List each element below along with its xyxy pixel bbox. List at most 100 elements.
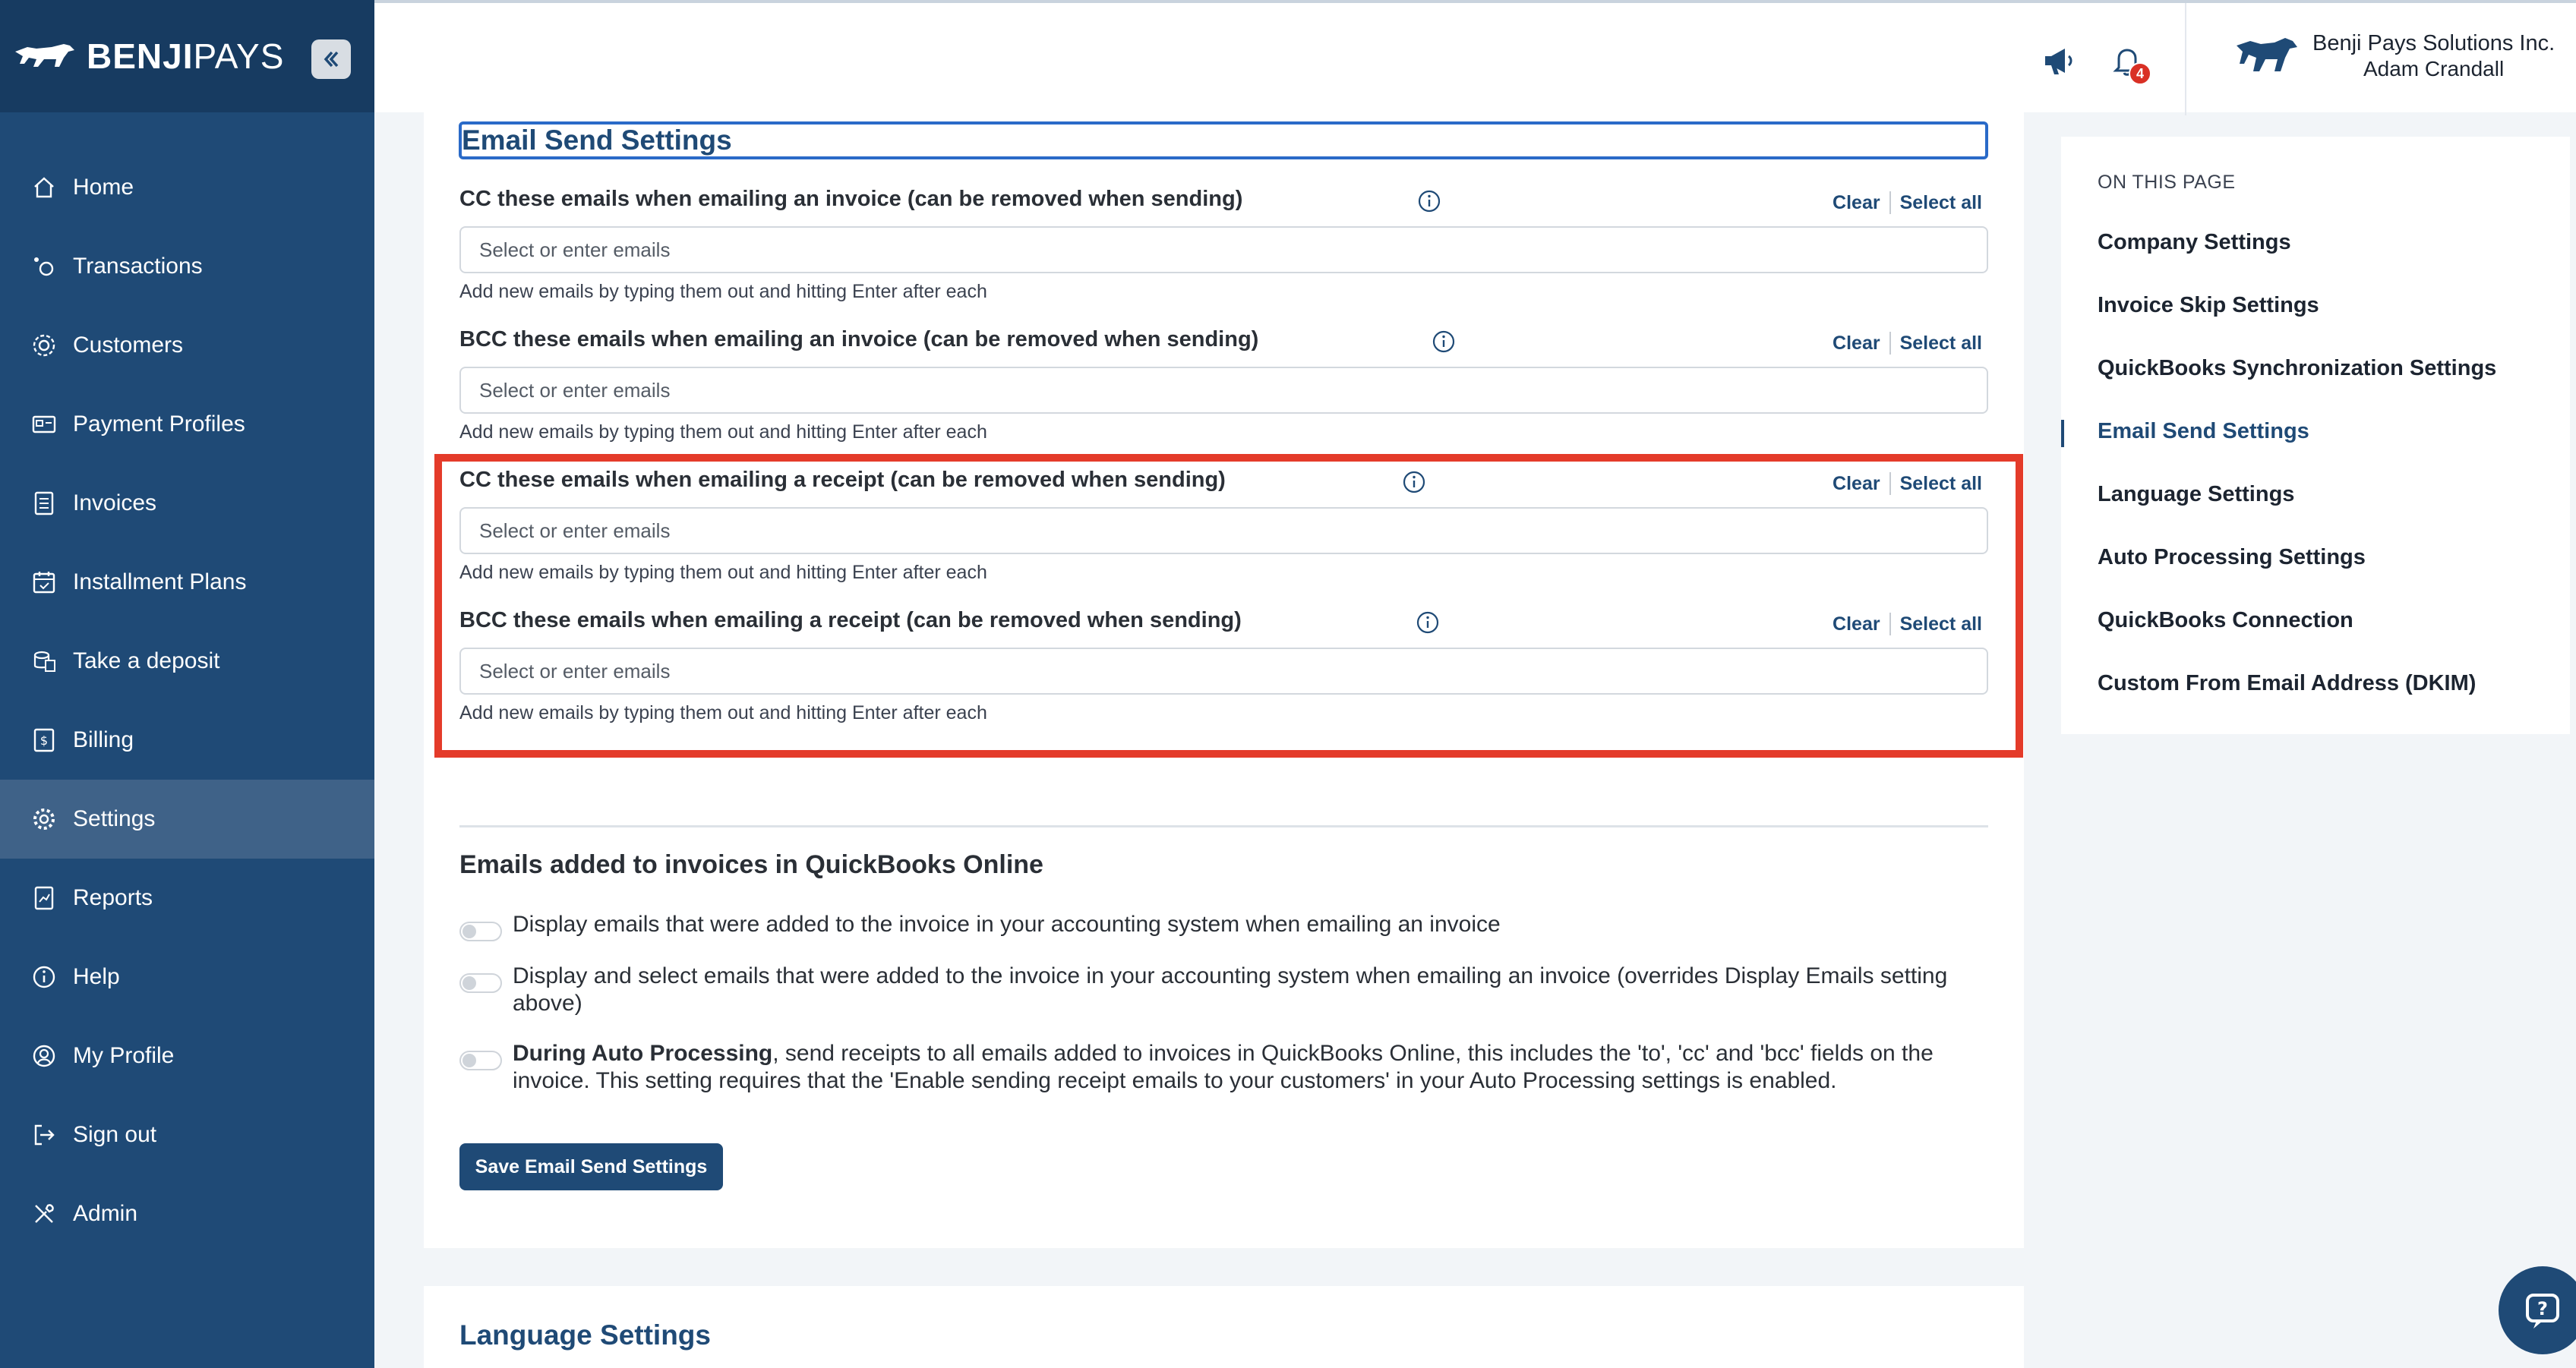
chevron-left-icon	[324, 51, 339, 68]
toggle-row: During Auto Processing, send receipts to…	[459, 1040, 2001, 1095]
toc-item-company-settings[interactable]: Company Settings	[2098, 230, 2291, 255]
account-text: Benji Pays Solutions Inc. Adam Crandall	[2312, 30, 2555, 82]
sidebar-item-payment-profiles[interactable]: Payment Profiles	[0, 385, 374, 464]
separator	[1889, 613, 1891, 635]
sidebar-item-sign-out[interactable]: Sign out	[0, 1095, 374, 1174]
sidebar-item-customers[interactable]: Customers	[0, 306, 374, 385]
bcc-invoice-email-input[interactable]	[459, 367, 1988, 414]
company-name: Benji Pays Solutions Inc.	[2312, 31, 2555, 55]
sign-out-icon	[29, 1120, 59, 1150]
collapse-sidebar-button[interactable]	[311, 39, 351, 79]
bcc-receipt-label: BCC these emails when emailing a receipt…	[459, 608, 1242, 632]
on-this-page-heading: ON THIS PAGE	[2098, 172, 2236, 193]
sidebar-item-take-a-deposit[interactable]: Take a deposit	[0, 622, 374, 701]
section-divider	[459, 825, 1988, 827]
billing-icon: $	[29, 725, 59, 755]
sidebar-item-admin[interactable]: Admin	[0, 1174, 374, 1253]
svg-text:?: ?	[2537, 1298, 2548, 1319]
cc-receipt-label: CC these emails when emailing a receipt …	[459, 468, 1226, 492]
separator	[1889, 332, 1891, 355]
bcc-receipt-actions: Clear Select all	[1833, 613, 1982, 635]
toc-item-quickbooks-sync-settings[interactable]: QuickBooks Synchronization Settings	[2098, 356, 2496, 381]
clear-button[interactable]: Clear	[1833, 192, 1880, 214]
active-indicator	[2061, 420, 2064, 447]
info-icon[interactable]	[1417, 189, 1441, 213]
cc-receipt-email-input[interactable]	[459, 507, 1988, 554]
cc-invoice-label: CC these emails when emailing an invoice…	[459, 187, 1243, 211]
notifications-button[interactable]: 4	[2106, 39, 2151, 85]
toggle-label: Display emails that were added to the in…	[513, 912, 1501, 937]
clear-button[interactable]: Clear	[1833, 613, 1880, 635]
toc-item-email-send-settings[interactable]: Email Send Settings	[2098, 419, 2309, 444]
sidebar-item-label: Invoices	[73, 490, 157, 515]
toc-item-invoice-skip-settings[interactable]: Invoice Skip Settings	[2098, 293, 2319, 318]
bcc-invoice-label: BCC these emails when emailing an invoic…	[459, 327, 1259, 351]
chat-icon: ?	[2526, 1294, 2559, 1329]
deposit-icon	[29, 646, 59, 676]
select-all-button[interactable]: Select all	[1900, 192, 1982, 214]
company-logo-icon	[2237, 38, 2297, 71]
sidebar-item-help[interactable]: Help	[0, 938, 374, 1017]
account-menu[interactable]: Benji Pays Solutions Inc. Adam Crandall	[2235, 30, 2555, 82]
svg-text:$: $	[40, 733, 48, 748]
select-all-button[interactable]: Select all	[1900, 473, 1982, 495]
profile-icon	[29, 1041, 59, 1071]
sidebar-item-label: Help	[73, 964, 120, 989]
invoice-icon	[29, 488, 59, 519]
info-icon[interactable]	[1416, 610, 1440, 635]
toggle-label: Display and select emails that were adde…	[513, 963, 1948, 1016]
gear-icon	[29, 804, 59, 834]
toc-item-custom-from-email[interactable]: Custom From Email Address (DKIM)	[2098, 671, 2476, 696]
brand-logo[interactable]: BENJIPAYS	[14, 36, 284, 77]
tools-icon	[29, 1199, 59, 1229]
toc-item-auto-processing-settings[interactable]: Auto Processing Settings	[2098, 545, 2366, 570]
chat-support-button[interactable]: ?	[2499, 1266, 2576, 1354]
cc-invoice-actions: Clear Select all	[1833, 191, 1982, 214]
cc-invoice-email-input[interactable]	[459, 226, 1988, 273]
top-bar: 4 Benji Pays Solutions Inc. Adam Crandal…	[374, 0, 2576, 115]
info-icon	[29, 962, 59, 992]
help-text: Add new emails by typing them out and hi…	[459, 281, 987, 302]
save-email-send-settings-button[interactable]: Save Email Send Settings	[459, 1143, 723, 1190]
sidebar-item-settings[interactable]: Settings	[0, 780, 374, 859]
sidebar-item-label: Take a deposit	[73, 648, 220, 673]
notification-count-badge: 4	[2129, 62, 2151, 85]
topbar-divider	[2185, 3, 2186, 115]
sidebar-item-installment-plans[interactable]: Installment Plans	[0, 543, 374, 622]
logo-dog-icon	[15, 44, 74, 67]
payment-profiles-icon	[29, 409, 59, 440]
home-icon	[29, 172, 59, 203]
sidebar-item-invoices[interactable]: Invoices	[0, 464, 374, 543]
brand-wordmark: BENJIPAYS	[87, 36, 285, 76]
info-icon[interactable]	[1432, 329, 1456, 354]
display-emails-toggle[interactable]	[459, 922, 502, 941]
megaphone-icon	[2045, 49, 2072, 74]
sidebar-item-reports[interactable]: Reports	[0, 859, 374, 938]
toggle-label: During Auto Processing, send receipts to…	[513, 1041, 1934, 1093]
select-all-button[interactable]: Select all	[1900, 333, 1982, 355]
clear-button[interactable]: Clear	[1833, 473, 1880, 495]
sidebar: BENJIPAYS Home Transactions Customers Pa…	[0, 0, 374, 1368]
select-all-button[interactable]: Select all	[1900, 613, 1982, 635]
bcc-invoice-actions: Clear Select all	[1833, 332, 1982, 355]
separator	[1889, 191, 1891, 214]
clear-button[interactable]: Clear	[1833, 333, 1880, 355]
announcements-button[interactable]	[2038, 39, 2080, 82]
sidebar-item-label: Reports	[73, 885, 153, 910]
toc-item-quickbooks-connection[interactable]: QuickBooks Connection	[2098, 608, 2353, 633]
sidebar-item-home[interactable]: Home	[0, 148, 374, 227]
sidebar-item-label: Transactions	[73, 254, 203, 279]
calendar-icon	[29, 567, 59, 597]
bcc-receipt-email-input[interactable]	[459, 648, 1988, 695]
toc-item-language-settings[interactable]: Language Settings	[2098, 482, 2294, 507]
sidebar-item-my-profile[interactable]: My Profile	[0, 1017, 374, 1095]
info-icon[interactable]	[1402, 470, 1426, 494]
user-name: Adam Crandall	[2363, 57, 2505, 80]
sidebar-item-label: My Profile	[73, 1043, 175, 1068]
language-settings-title: Language Settings	[459, 1319, 711, 1351]
sidebar-nav: Home Transactions Customers Payment Prof…	[0, 148, 374, 1253]
sidebar-item-transactions[interactable]: Transactions	[0, 227, 374, 306]
display-select-emails-toggle[interactable]	[459, 973, 502, 993]
sidebar-item-billing[interactable]: $ Billing	[0, 701, 374, 780]
auto-processing-receipts-toggle[interactable]	[459, 1051, 502, 1070]
